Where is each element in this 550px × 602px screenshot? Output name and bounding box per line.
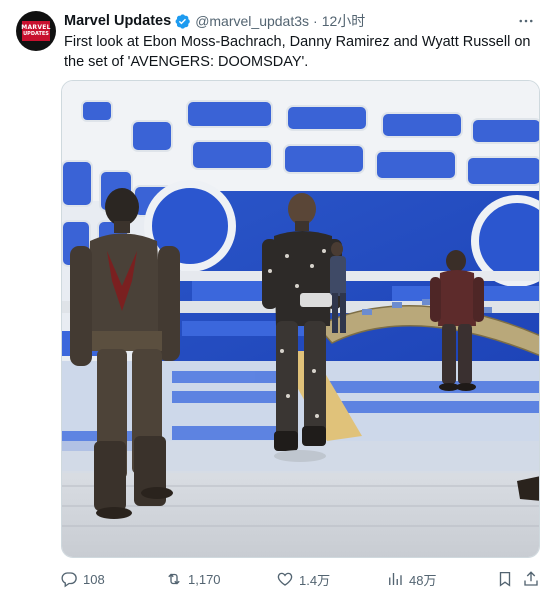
like-button[interactable]: 1.4万	[276, 568, 330, 590]
set-photo-illustration	[62, 81, 539, 557]
heart-icon	[277, 572, 293, 586]
tweet-photo[interactable]	[61, 80, 540, 558]
views-icon	[389, 573, 402, 585]
bookmark-button[interactable]	[496, 568, 514, 590]
avatar-logo-bottom: UPDATES	[23, 31, 49, 37]
tweet-header: Marvel Updates @marvel_updat3s · 12小时	[64, 11, 365, 31]
reply-count: 108	[83, 571, 105, 587]
share-button[interactable]	[522, 568, 540, 590]
bookmark-icon	[499, 571, 511, 587]
repost-count: 1,170	[188, 571, 221, 587]
tweet-text: First look at Ebon Moss-Bachrach, Danny …	[64, 34, 531, 70]
repost-button[interactable]: 1,170	[165, 568, 221, 590]
author-handle[interactable]: @marvel_updat3s	[195, 13, 309, 29]
share-icon	[524, 571, 538, 586]
separator-dot: ·	[313, 13, 318, 29]
tweet-timestamp[interactable]: 12小时	[322, 11, 366, 31]
tweet[interactable]: MARVEL UPDATES Marvel Updates @marvel_up…	[0, 0, 550, 602]
author-name[interactable]: Marvel Updates	[64, 13, 171, 29]
reply-icon	[61, 572, 77, 588]
marvel-updates-logo: MARVEL UPDATES	[21, 21, 51, 41]
repost-icon	[168, 573, 180, 585]
more-icon[interactable]	[516, 11, 536, 31]
like-count: 1.4万	[299, 572, 331, 588]
views-count: 48万	[409, 572, 437, 588]
views-button[interactable]: 48万	[386, 568, 436, 590]
verified-badge-icon[interactable]	[174, 13, 191, 30]
avatar[interactable]: MARVEL UPDATES	[16, 11, 56, 51]
tweet-actions: 108 1,170 1.4万 48万	[60, 568, 540, 590]
reply-button[interactable]: 108	[60, 568, 105, 590]
